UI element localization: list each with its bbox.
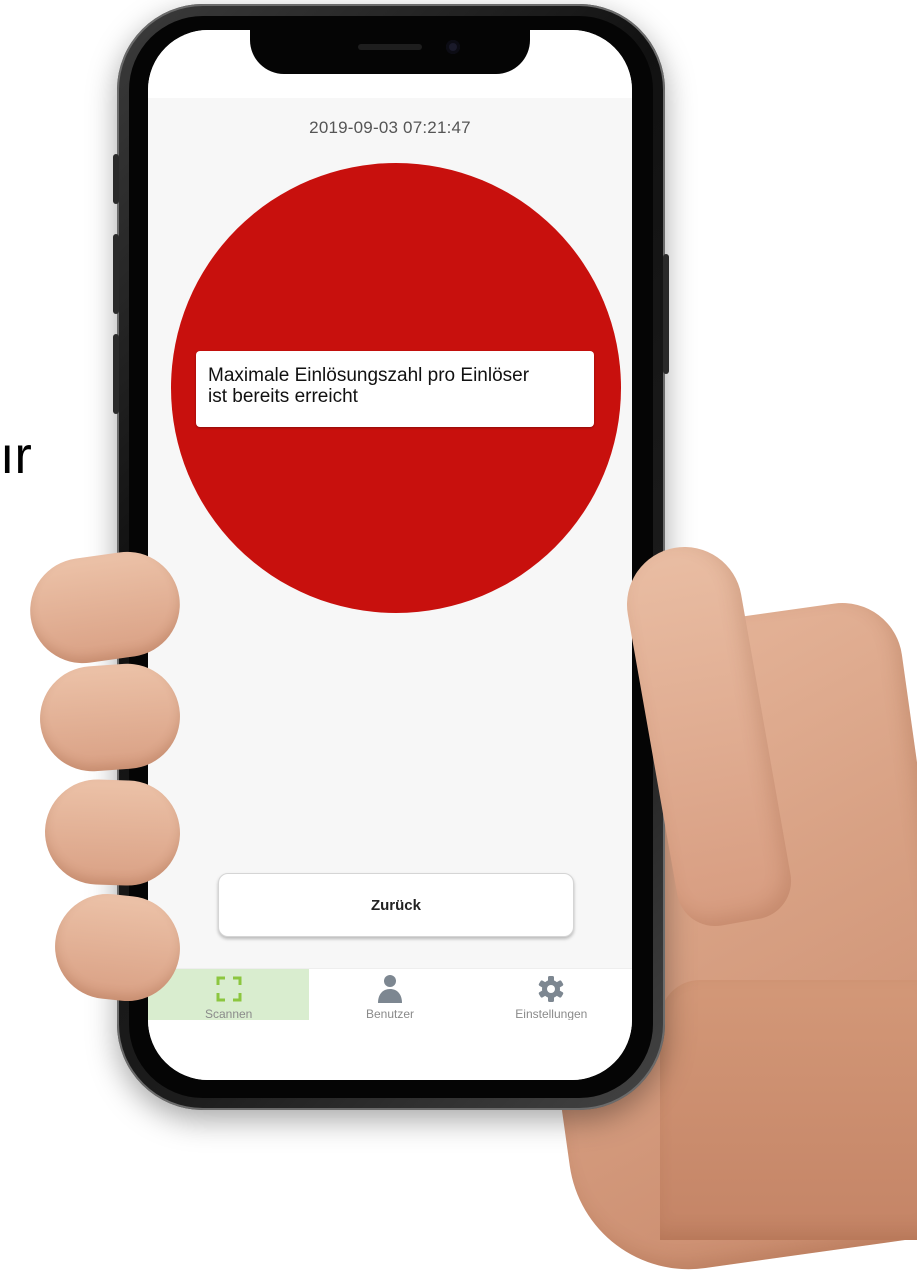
background-text-fragment: ır: [0, 427, 32, 485]
volume-up-button: [113, 234, 119, 314]
nav-label-scannen: Scannen: [204, 1007, 253, 1021]
nav-item-einstellungen[interactable]: Einstellungen: [471, 969, 632, 1021]
error-message-line-2: ist bereits erreicht: [208, 386, 358, 407]
home-indicator-area: [148, 1020, 632, 1080]
error-message-box: Maximale Einlösungszahl pro Einlöser ist…: [196, 351, 594, 427]
nav-item-scannen[interactable]: Scannen: [148, 969, 310, 1021]
nav-label-einstellungen: Einstellungen: [515, 1007, 588, 1021]
earpiece-speaker: [358, 44, 422, 50]
power-button: [663, 254, 669, 374]
scan-icon: [214, 974, 244, 1004]
error-message-line-1: Maximale Einlösungszahl pro Einlöser: [208, 365, 530, 386]
front-camera: [446, 40, 460, 54]
phone-screen: 2019-09-03 07:21:47 Maximale Einlösungsz…: [148, 30, 632, 1080]
nav-label-benutzer: Benutzer: [365, 1007, 414, 1021]
back-button[interactable]: Zurück: [218, 873, 574, 937]
hand-finger: [43, 777, 182, 888]
gear-icon: [536, 974, 566, 1004]
hand-wrist: [660, 980, 917, 1240]
nav-item-benutzer[interactable]: Benutzer: [309, 969, 470, 1021]
back-button-label: Zurück: [370, 896, 421, 914]
user-icon: [375, 974, 405, 1004]
volume-down-button: [113, 334, 119, 414]
bottom-navigation: Scannen Benutzer Einstellungen: [148, 968, 632, 1021]
scan-timestamp: 2019-09-03 07:21:47: [309, 118, 471, 137]
silent-switch: [113, 154, 119, 204]
phone-notch: [250, 30, 530, 74]
